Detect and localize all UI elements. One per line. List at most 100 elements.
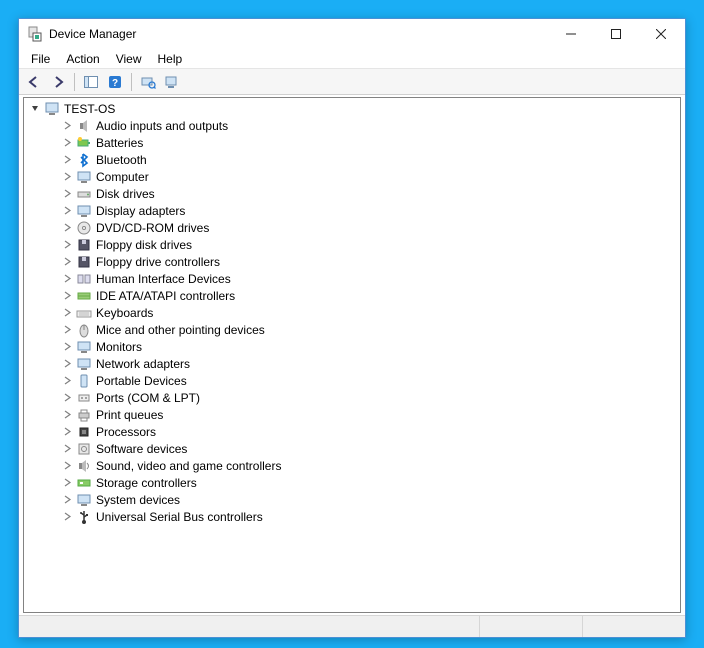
expand-icon[interactable] [60, 289, 74, 303]
expand-icon[interactable] [60, 204, 74, 218]
tree-category[interactable]: IDE ATA/ATAPI controllers [24, 287, 680, 304]
tree-category[interactable]: Human Interface Devices [24, 270, 680, 287]
tree-category-label: Print queues [96, 408, 163, 422]
device-tree[interactable]: TEST-OS Audio inputs and outputs Batterie… [23, 97, 681, 613]
ports-icon [76, 390, 92, 406]
status-cell [480, 616, 583, 637]
tree-category-label: Storage controllers [96, 476, 197, 490]
hid-icon [76, 271, 92, 287]
tree-category[interactable]: Batteries [24, 134, 680, 151]
menu-help[interactable]: Help [150, 51, 191, 67]
tree-category-label: Computer [96, 170, 149, 184]
menu-view[interactable]: View [108, 51, 150, 67]
tree-category-label: IDE ATA/ATAPI controllers [96, 289, 235, 303]
tree-root-label: TEST-OS [64, 102, 115, 116]
statusbar [19, 615, 685, 637]
expand-icon[interactable] [60, 119, 74, 133]
tree-category[interactable]: Bluetooth [24, 151, 680, 168]
keyboard-icon [76, 305, 92, 321]
tree-category-label: Network adapters [96, 357, 190, 371]
tree-category-label: Floppy disk drives [96, 238, 192, 252]
computer-icon [44, 101, 60, 117]
usb-icon [76, 509, 92, 525]
menu-action[interactable]: Action [58, 51, 107, 67]
tree-category-label: Bluetooth [96, 153, 147, 167]
display-icon [76, 203, 92, 219]
expand-icon[interactable] [60, 136, 74, 150]
tree-category[interactable]: Software devices [24, 440, 680, 457]
tree-category[interactable]: Monitors [24, 338, 680, 355]
tree-category-label: Batteries [96, 136, 143, 150]
expand-icon[interactable] [60, 476, 74, 490]
device-properties-button[interactable] [161, 71, 183, 93]
battery-icon [76, 135, 92, 151]
help-button[interactable]: ? [104, 71, 126, 93]
tree-category[interactable]: Print queues [24, 406, 680, 423]
expand-icon[interactable] [60, 272, 74, 286]
cpu-icon [76, 424, 92, 440]
back-button[interactable] [23, 71, 45, 93]
tree-category-label: Universal Serial Bus controllers [96, 510, 263, 524]
expand-icon[interactable] [60, 391, 74, 405]
expand-icon[interactable] [60, 374, 74, 388]
expand-icon[interactable] [60, 425, 74, 439]
expand-icon[interactable] [60, 255, 74, 269]
scan-hardware-button[interactable] [137, 71, 159, 93]
toolbar: ? [19, 69, 685, 95]
tree-category[interactable]: DVD/CD-ROM drives [24, 219, 680, 236]
window-title: Device Manager [49, 27, 548, 41]
expand-icon[interactable] [60, 442, 74, 456]
tree-category[interactable]: Disk drives [24, 185, 680, 202]
software-icon [76, 441, 92, 457]
tree-category[interactable]: Ports (COM & LPT) [24, 389, 680, 406]
tree-category[interactable]: Mice and other pointing devices [24, 321, 680, 338]
tree-category-label: Ports (COM & LPT) [96, 391, 200, 405]
expand-icon[interactable] [60, 238, 74, 252]
expand-icon[interactable] [60, 221, 74, 235]
menu-file[interactable]: File [23, 51, 58, 67]
disk-icon [76, 186, 92, 202]
toolbar-separator [74, 73, 75, 91]
expand-icon[interactable] [60, 408, 74, 422]
expand-icon[interactable] [60, 187, 74, 201]
maximize-button[interactable] [593, 20, 638, 49]
show-hide-console-tree-button[interactable] [80, 71, 102, 93]
forward-button[interactable] [47, 71, 69, 93]
tree-category-label: Sound, video and game controllers [96, 459, 281, 473]
collapse-icon[interactable] [28, 102, 42, 116]
tree-category[interactable]: Network adapters [24, 355, 680, 372]
expand-icon[interactable] [60, 153, 74, 167]
sound-icon [76, 458, 92, 474]
tree-category-label: Processors [96, 425, 156, 439]
tree-category-label: Display adapters [96, 204, 185, 218]
tree-category[interactable]: Audio inputs and outputs [24, 117, 680, 134]
tree-category[interactable]: Storage controllers [24, 474, 680, 491]
tree-root[interactable]: TEST-OS [24, 100, 680, 117]
tree-category-label: Portable Devices [96, 374, 187, 388]
tree-category[interactable]: Keyboards [24, 304, 680, 321]
tree-category[interactable]: Floppy disk drives [24, 236, 680, 253]
expand-icon[interactable] [60, 340, 74, 354]
tree-category[interactable]: Floppy drive controllers [24, 253, 680, 270]
expand-icon[interactable] [60, 459, 74, 473]
tree-category[interactable]: Display adapters [24, 202, 680, 219]
tree-category[interactable]: Sound, video and game controllers [24, 457, 680, 474]
expand-icon[interactable] [60, 493, 74, 507]
tree-category[interactable]: Processors [24, 423, 680, 440]
expand-icon[interactable] [60, 323, 74, 337]
tree-category[interactable]: Computer [24, 168, 680, 185]
expand-icon[interactable] [60, 357, 74, 371]
bluetooth-icon [76, 152, 92, 168]
tree-category[interactable]: Universal Serial Bus controllers [24, 508, 680, 525]
tree-category-label: Audio inputs and outputs [96, 119, 228, 133]
tree-category[interactable]: Portable Devices [24, 372, 680, 389]
tree-category-label: DVD/CD-ROM drives [96, 221, 209, 235]
close-button[interactable] [638, 20, 683, 49]
minimize-button[interactable] [548, 20, 593, 49]
tree-category-label: Disk drives [96, 187, 155, 201]
expand-icon[interactable] [60, 170, 74, 184]
expand-icon[interactable] [60, 510, 74, 524]
expand-icon[interactable] [60, 306, 74, 320]
tree-category[interactable]: System devices [24, 491, 680, 508]
speaker-icon [76, 118, 92, 134]
